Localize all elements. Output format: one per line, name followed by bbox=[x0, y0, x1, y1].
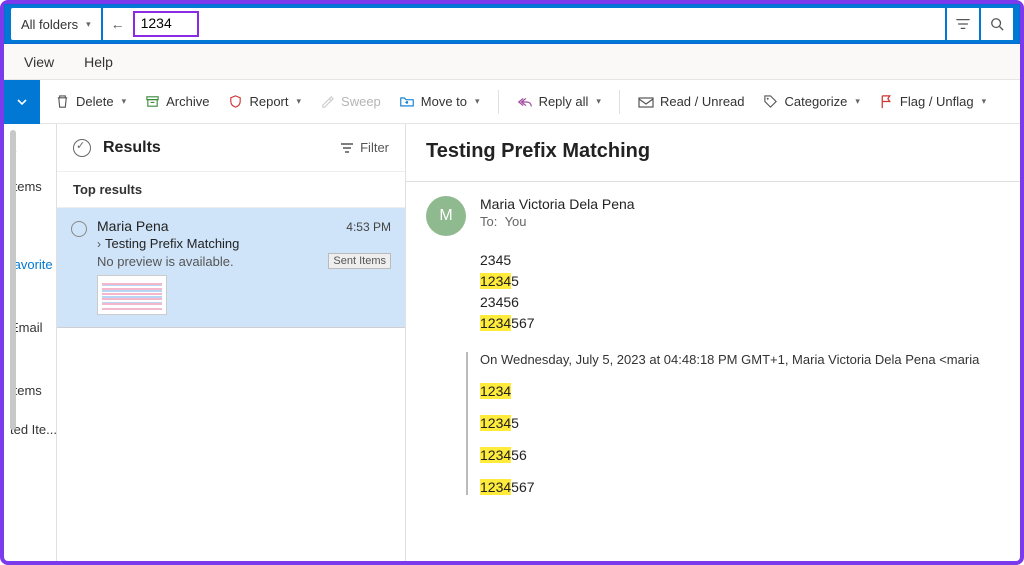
sweep-button: Sweep bbox=[319, 94, 381, 110]
top-results-label: Top results bbox=[57, 172, 405, 208]
filter-button[interactable]: Filter bbox=[340, 140, 389, 155]
menu-help[interactable]: Help bbox=[84, 54, 113, 70]
sidebar-item[interactable]: s bbox=[10, 218, 58, 233]
delete-label: Delete bbox=[76, 94, 114, 109]
result-sender: Maria Pena bbox=[97, 218, 169, 234]
chevron-down-icon: ▾ bbox=[475, 96, 480, 107]
archive-label: Archive bbox=[166, 94, 209, 109]
search-query-highlight bbox=[133, 11, 199, 37]
archive-button[interactable]: Archive bbox=[144, 94, 209, 110]
result-subject: Testing Prefix Matching bbox=[105, 236, 239, 251]
result-select-radio[interactable] bbox=[71, 221, 87, 237]
trash-icon bbox=[54, 94, 70, 110]
readunread-label: Read / Unread bbox=[660, 94, 745, 109]
folder-move-icon bbox=[399, 94, 415, 110]
message-from: Maria Victoria Dela Pena bbox=[480, 196, 635, 212]
message-to: To: You bbox=[480, 214, 635, 229]
sweep-label: Sweep bbox=[341, 94, 381, 109]
chevron-down-icon: ▾ bbox=[855, 96, 860, 107]
replyall-label: Reply all bbox=[539, 94, 589, 109]
filter-icon[interactable] bbox=[947, 8, 979, 40]
flag-label: Flag / Unflag bbox=[900, 94, 974, 109]
flag-icon bbox=[878, 94, 894, 110]
search-bar: All folders ▾ ← bbox=[4, 4, 1020, 44]
result-thumbnail bbox=[97, 275, 167, 315]
search-input-wrapper: ← bbox=[103, 8, 945, 40]
folder-select[interactable]: All folders ▾ bbox=[11, 8, 101, 40]
main-area: x Items s favorite Email Items ted Ite... Resu… bbox=[4, 124, 1020, 561]
quote-block: On Wednesday, July 5, 2023 at 04:48:18 P… bbox=[466, 352, 1020, 495]
results-header: Results Filter bbox=[57, 124, 405, 172]
folder-sidebar: x Items s favorite Email Items ted Ite... bbox=[4, 124, 58, 554]
moveto-label: Move to bbox=[421, 94, 467, 109]
chevron-down-icon: ▾ bbox=[86, 19, 91, 30]
result-time: 4:53 PM bbox=[346, 220, 391, 234]
search-input[interactable] bbox=[141, 15, 191, 31]
report-button[interactable]: Report ▾ bbox=[227, 94, 301, 110]
chevron-down-icon: ▾ bbox=[122, 96, 127, 107]
sidebar-item[interactable]: ted Ite... bbox=[10, 422, 58, 437]
message-body: 234512345234561234567 bbox=[426, 250, 1020, 334]
filter-label: Filter bbox=[360, 140, 389, 155]
report-label: Report bbox=[249, 94, 288, 109]
sidebar-item[interactable]: Items bbox=[10, 179, 58, 194]
readunread-button[interactable]: Read / Unread bbox=[638, 94, 745, 110]
shield-icon bbox=[227, 94, 243, 110]
archive-icon bbox=[144, 94, 160, 110]
sent-arrow-icon: › bbox=[97, 237, 101, 251]
chevron-down-icon: ▾ bbox=[297, 96, 302, 107]
replyall-button[interactable]: Reply all ▾ bbox=[517, 94, 601, 110]
result-folder-badge: Sent Items bbox=[328, 253, 391, 269]
sidebar-item[interactable]: x bbox=[10, 140, 58, 155]
quote-header: On Wednesday, July 5, 2023 at 04:48:18 P… bbox=[480, 352, 1020, 367]
flag-button[interactable]: Flag / Unflag ▾ bbox=[878, 94, 986, 110]
moveto-button[interactable]: Move to ▾ bbox=[399, 94, 480, 110]
chevron-down-icon: ▾ bbox=[596, 96, 601, 107]
menu-bar: View Help bbox=[4, 44, 1020, 80]
select-all-icon[interactable] bbox=[73, 139, 91, 157]
results-column: Results Filter Top results Maria Pena 4:… bbox=[56, 124, 406, 561]
toolbar-dropdown[interactable] bbox=[4, 80, 40, 124]
result-preview: No preview is available. bbox=[97, 254, 234, 269]
sidebar-item[interactable]: Email bbox=[10, 320, 58, 335]
categorize-label: Categorize bbox=[785, 94, 848, 109]
reply-all-icon bbox=[517, 94, 533, 110]
search-icon[interactable] bbox=[981, 8, 1013, 40]
categorize-button[interactable]: Categorize ▾ bbox=[763, 94, 860, 110]
envelope-icon bbox=[638, 94, 654, 110]
reading-pane: Testing Prefix Matching M Maria Victoria… bbox=[406, 124, 1020, 561]
results-title: Results bbox=[103, 139, 161, 157]
avatar: M bbox=[426, 196, 466, 236]
toolbar: Delete ▾ Archive Report ▾ Sweep bbox=[4, 80, 1020, 124]
result-item[interactable]: Maria Pena 4:53 PM › Testing Prefix Matc… bbox=[57, 208, 405, 328]
back-arrow-icon[interactable]: ← bbox=[111, 16, 125, 32]
menu-view[interactable]: View bbox=[24, 54, 54, 70]
filter-lines-icon bbox=[340, 142, 354, 154]
delete-button[interactable]: Delete ▾ bbox=[54, 94, 126, 110]
sidebar-item[interactable]: Items bbox=[10, 383, 58, 398]
sidebar-scrollbar[interactable] bbox=[10, 130, 16, 430]
sweep-icon bbox=[319, 94, 335, 110]
chevron-down-icon: ▾ bbox=[982, 96, 987, 107]
folder-select-label: All folders bbox=[21, 17, 78, 32]
sidebar-item[interactable]: favorite bbox=[10, 257, 58, 272]
message-subject: Testing Prefix Matching bbox=[426, 140, 1020, 163]
message-header: M Maria Victoria Dela Pena To: You bbox=[426, 196, 1020, 236]
tag-icon bbox=[763, 94, 779, 110]
